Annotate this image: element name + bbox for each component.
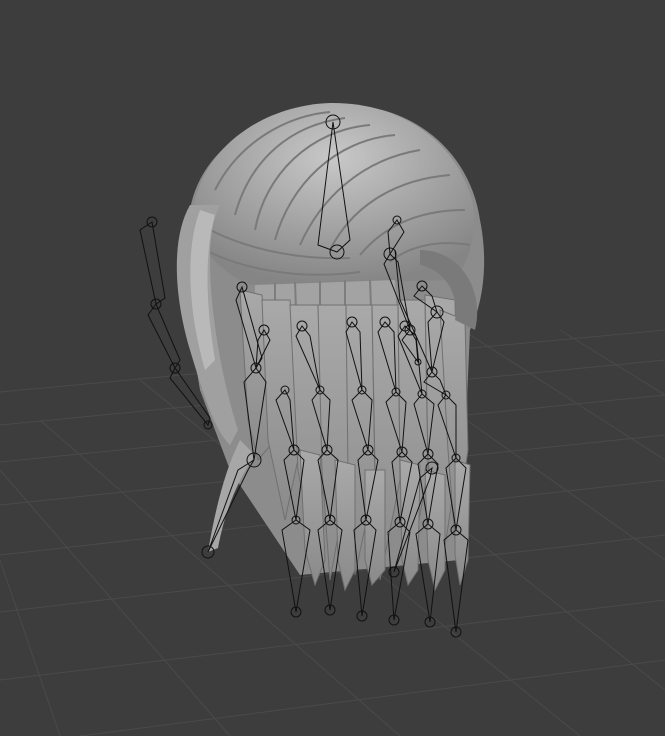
3d-viewport[interactable]	[0, 0, 665, 736]
viewport-canvas[interactable]	[0, 0, 665, 736]
